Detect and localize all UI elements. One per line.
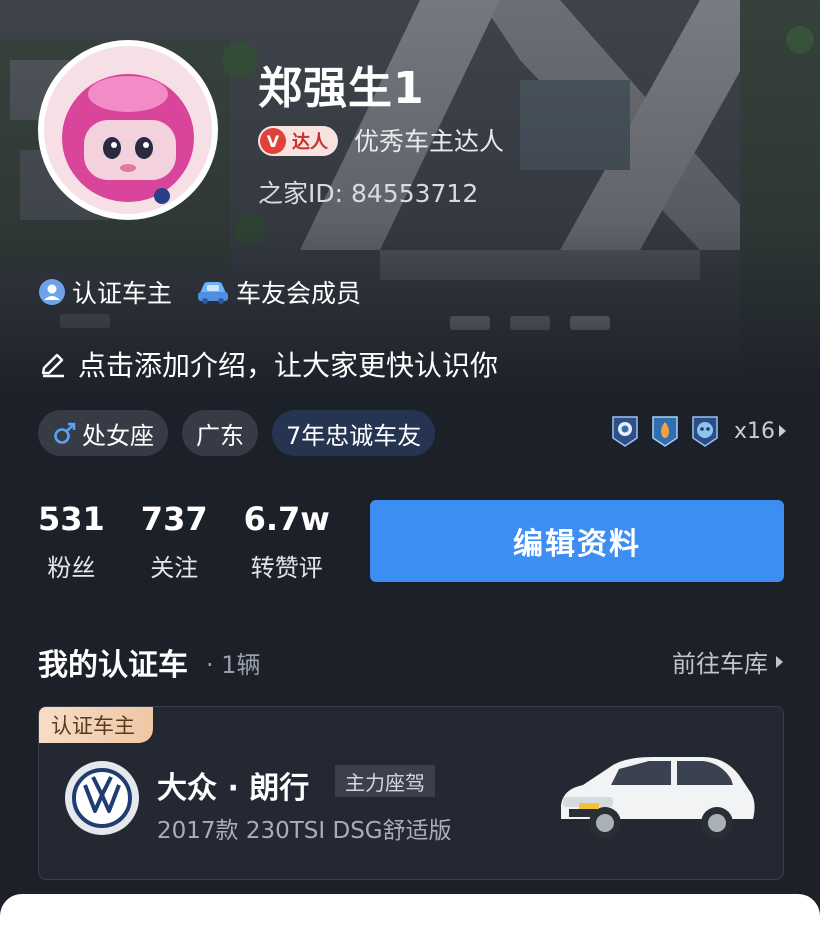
cert-club-member[interactable]: 车友会成员 (196, 274, 361, 310)
garage-link-label: 前往车库 (672, 650, 768, 678)
certification-row: 认证车主 车友会成员 (38, 274, 361, 310)
garage-link[interactable]: 前往车库 (672, 644, 784, 679)
stat-following-value: 737 (140, 500, 208, 538)
medal-astronaut-icon (612, 416, 638, 447)
vip-badge[interactable]: V 达人 (258, 126, 338, 156)
vip-badge-label: 达人 (292, 132, 328, 153)
edit-profile-button[interactable]: 编辑资料 (370, 500, 784, 582)
intro-prompt-text: 点击添加介绍，让大家更快认识你 (78, 349, 499, 382)
certified-owner-ribbon: 认证车主 (39, 707, 153, 743)
volkswagen-logo-icon (72, 768, 132, 828)
medal-count-label: x16 (734, 418, 776, 444)
username: 郑强生1 (258, 63, 425, 114)
stat-followers-value: 531 (38, 500, 105, 538)
profile-stats: 531 粉丝 737 关注 6.7w 转赞评 (38, 500, 330, 583)
tag-zodiac-label: 处女座 (82, 421, 154, 450)
certified-cars-count: · 1辆 (206, 651, 261, 679)
car-spec: 2017款 230TSI DSG舒适版 (157, 818, 452, 844)
volkswagen-logo (65, 761, 139, 835)
male-symbol-icon (54, 422, 76, 444)
car-brand-model: 大众 · 朗行 (157, 771, 310, 806)
bottom-sheet (0, 894, 820, 938)
stat-following-label: 关注 (150, 554, 199, 582)
stat-followers-label: 粉丝 (47, 554, 96, 582)
avatar[interactable] (38, 40, 218, 220)
cert-owner[interactable]: 认证车主 (38, 274, 172, 310)
car-icon (198, 282, 229, 304)
person-verified-icon (39, 279, 65, 305)
stat-likes-label: 转赞评 (250, 554, 323, 582)
home-id[interactable]: 之家ID: 84553712 (258, 174, 478, 210)
tag-region[interactable]: 广东 (182, 410, 258, 456)
caret-right-icon (779, 425, 787, 437)
car-image (561, 757, 755, 839)
tag-zodiac[interactable]: 处女座 (38, 410, 168, 456)
medal-wall[interactable]: x16 (610, 414, 787, 448)
avatar-helmet-character-image (44, 46, 212, 214)
stat-following[interactable]: 737 关注 (141, 500, 208, 583)
edit-pencil-icon (41, 353, 64, 378)
stat-followers[interactable]: 531 粉丝 (38, 500, 105, 583)
medal-flame-icon (652, 416, 678, 447)
tag-region-label: 广东 (196, 421, 244, 450)
certified-cars-title: 我的认证车 (38, 648, 188, 683)
medal-robot-icon (692, 416, 718, 447)
vip-v-icon: V (260, 128, 286, 154)
cert-owner-label: 认证车主 (72, 279, 173, 308)
cert-club-label: 车友会成员 (236, 279, 362, 308)
tag-loyalty[interactable]: 7年忠诚车友 (272, 410, 436, 456)
stat-likes[interactable]: 6.7w 转赞评 (244, 500, 330, 583)
stat-likes-value: 6.7w (243, 500, 330, 538)
main-car-tag: 主力座驾 (335, 765, 435, 797)
vip-title: 优秀车主达人 (354, 127, 505, 156)
profile-tags: 处女座 广东 7年忠诚车友 (38, 410, 436, 456)
add-intro-link[interactable]: 点击添加介绍，让大家更快认识你 (38, 344, 498, 384)
caret-right-icon (776, 655, 783, 668)
tag-loyalty-label: 7年忠诚车友 (286, 421, 422, 450)
certified-car-card[interactable]: 认证车主 大众 · 朗行 主力座驾 2017款 230TSI DSG舒适版 (38, 706, 784, 880)
medal-count: x16 (734, 419, 787, 444)
